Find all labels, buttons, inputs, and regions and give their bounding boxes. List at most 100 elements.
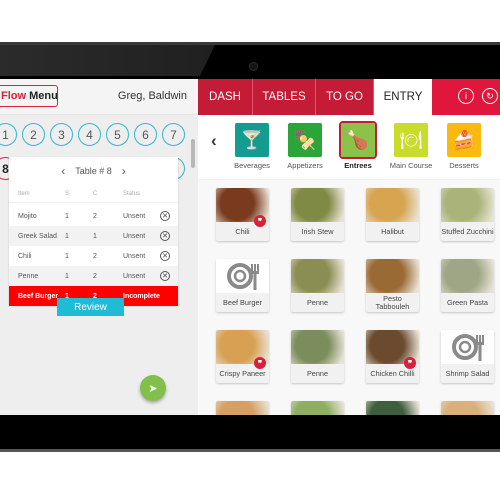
remove-icon[interactable]: ✕: [160, 271, 170, 281]
dish-card[interactable]: [291, 401, 344, 415]
logo: Flow Menu: [0, 85, 58, 107]
send-icon[interactable]: ➤: [140, 375, 166, 401]
dish-card[interactable]: Green Pasta: [441, 259, 494, 312]
dish-name: Shrimp Salad: [445, 368, 490, 378]
item-seat: 1: [65, 212, 69, 220]
chevron-left-icon[interactable]: ‹: [61, 164, 65, 178]
header-item: Item: [18, 191, 30, 197]
item-name: Chili: [18, 252, 32, 260]
dish-card[interactable]: [366, 401, 419, 415]
dish-card[interactable]: Chili ❞: [216, 188, 269, 241]
category-icon: 🍸: [235, 123, 269, 157]
category-icon: 🍰: [447, 123, 481, 157]
note-badge-icon: ❞: [254, 215, 266, 227]
dish-card[interactable]: Beef Burger: [216, 259, 269, 312]
tables-scrollbar[interactable]: [191, 139, 195, 168]
dish-photo: [366, 259, 419, 293]
item-status: Unsent: [123, 232, 146, 240]
dish-card[interactable]: Penne: [291, 259, 344, 312]
category-entrees[interactable]: 🍗 Entrees: [329, 121, 387, 170]
dish-name: Penne: [306, 368, 329, 378]
tablet-frame: Flow Menu Greg, Baldwin 1234567 8234567 …: [0, 42, 500, 452]
order-row[interactable]: Penne 1 2 Unsent ✕: [9, 266, 178, 286]
category-label: Main Course: [389, 161, 433, 170]
table-button[interactable]: 7: [162, 123, 185, 146]
dish-photo: [216, 401, 269, 415]
category-icon: 🍽: [394, 123, 428, 157]
dish-card[interactable]: Stuffed Zucchini: [441, 188, 494, 241]
item-status: Incomplete: [123, 292, 160, 300]
dish-name: Halibut: [381, 226, 404, 236]
item-course: 2: [93, 272, 97, 280]
nav-tabs: DASH TABLES TO GO ENTRY i ↻: [198, 79, 500, 115]
remove-icon[interactable]: ✕: [160, 231, 170, 241]
category-label: Beverages: [234, 161, 270, 170]
dish-photo: [366, 401, 419, 415]
info-icon[interactable]: i: [458, 88, 474, 104]
user-name[interactable]: Greg, Baldwin: [118, 90, 187, 102]
item-status: Unsent: [123, 212, 146, 220]
dish-photo: [291, 188, 344, 222]
dish-name: Pesto Tabbouleh: [375, 294, 410, 311]
dish-card[interactable]: Shrimp Salad: [441, 330, 494, 383]
table-button[interactable]: 3: [50, 123, 73, 146]
dish-photo: [291, 259, 344, 293]
category-appetizers[interactable]: 🍢 Appetizers: [276, 123, 334, 170]
remove-icon[interactable]: ✕: [160, 211, 170, 221]
logo-flow: Flow: [1, 90, 27, 102]
dish-card[interactable]: Crispy Paneer ❞: [216, 330, 269, 383]
table-button[interactable]: 4: [78, 123, 101, 146]
table-nav: ‹ Table # 8 ›: [9, 164, 178, 178]
item-seat: 1: [65, 232, 69, 240]
table-button[interactable]: 1: [0, 123, 17, 146]
category-icon: 🍗: [339, 121, 377, 159]
dish-grid: Chili ❞ Irish Stew Halibut Stuffed Zucchini B…: [198, 180, 500, 415]
item-name: Penne: [18, 272, 39, 280]
tab-entry[interactable]: ENTRY: [374, 79, 432, 115]
item-seat: 1: [65, 272, 69, 280]
tab-to-go[interactable]: TO GO: [316, 79, 374, 115]
dish-photo: [441, 259, 494, 293]
item-course: 2: [93, 252, 97, 260]
dish-card[interactable]: Penne: [291, 330, 344, 383]
table-button[interactable]: 2: [22, 123, 45, 146]
chevron-left-icon[interactable]: ‹: [211, 131, 217, 151]
category-desserts[interactable]: 🍰 Desserts: [435, 123, 493, 170]
table-button[interactable]: 5: [106, 123, 129, 146]
dish-card[interactable]: Halibut: [366, 188, 419, 241]
remove-icon[interactable]: ✕: [160, 251, 170, 261]
note-badge-icon: ❞: [404, 357, 416, 369]
dish-card[interactable]: [216, 401, 269, 415]
table-row-1: 1234567: [0, 123, 185, 146]
left-header: Flow Menu Greg, Baldwin: [0, 79, 198, 115]
item-status: Unsent: [123, 252, 146, 260]
dish-card[interactable]: Chicken Chilli ❞: [366, 330, 419, 383]
dish-card[interactable]: [441, 401, 494, 415]
chevron-right-icon[interactable]: ›: [122, 164, 126, 178]
review-button[interactable]: Review: [57, 298, 124, 316]
order-row[interactable]: Mojito 1 2 Unsent ✕: [9, 206, 178, 226]
order-row[interactable]: Greek Salad 1 1 Unsent ✕: [9, 226, 178, 246]
dish-name: Green Pasta: [447, 297, 488, 307]
table-title: Table # 8: [75, 166, 112, 176]
category-beverages[interactable]: 🍸 Beverages: [223, 123, 281, 170]
order-header: Item S C Status: [9, 191, 178, 203]
dish-photo: [291, 401, 344, 415]
category-main-course[interactable]: 🍽 Main Course: [382, 123, 440, 170]
order-row[interactable]: Chili 1 2 Unsent ✕: [9, 246, 178, 266]
dish-name: Stuffed Zucchini: [441, 226, 494, 236]
item-status: Unsent: [123, 272, 146, 280]
table-button[interactable]: 6: [134, 123, 157, 146]
plate-fork-icon: [216, 259, 269, 293]
dish-card[interactable]: Irish Stew: [291, 188, 344, 241]
tab-tables[interactable]: TABLES: [253, 79, 316, 115]
header-s: S: [65, 191, 70, 197]
item-course: 1: [93, 232, 97, 240]
category-label: Desserts: [449, 161, 479, 170]
tab-dash[interactable]: DASH: [198, 79, 253, 115]
dish-name: Penne: [306, 297, 329, 307]
dish-card[interactable]: Pesto Tabbouleh: [366, 259, 419, 312]
bezel-reflection: [0, 45, 215, 76]
note-badge-icon: ❞: [254, 357, 266, 369]
refresh-icon[interactable]: ↻: [482, 88, 498, 104]
